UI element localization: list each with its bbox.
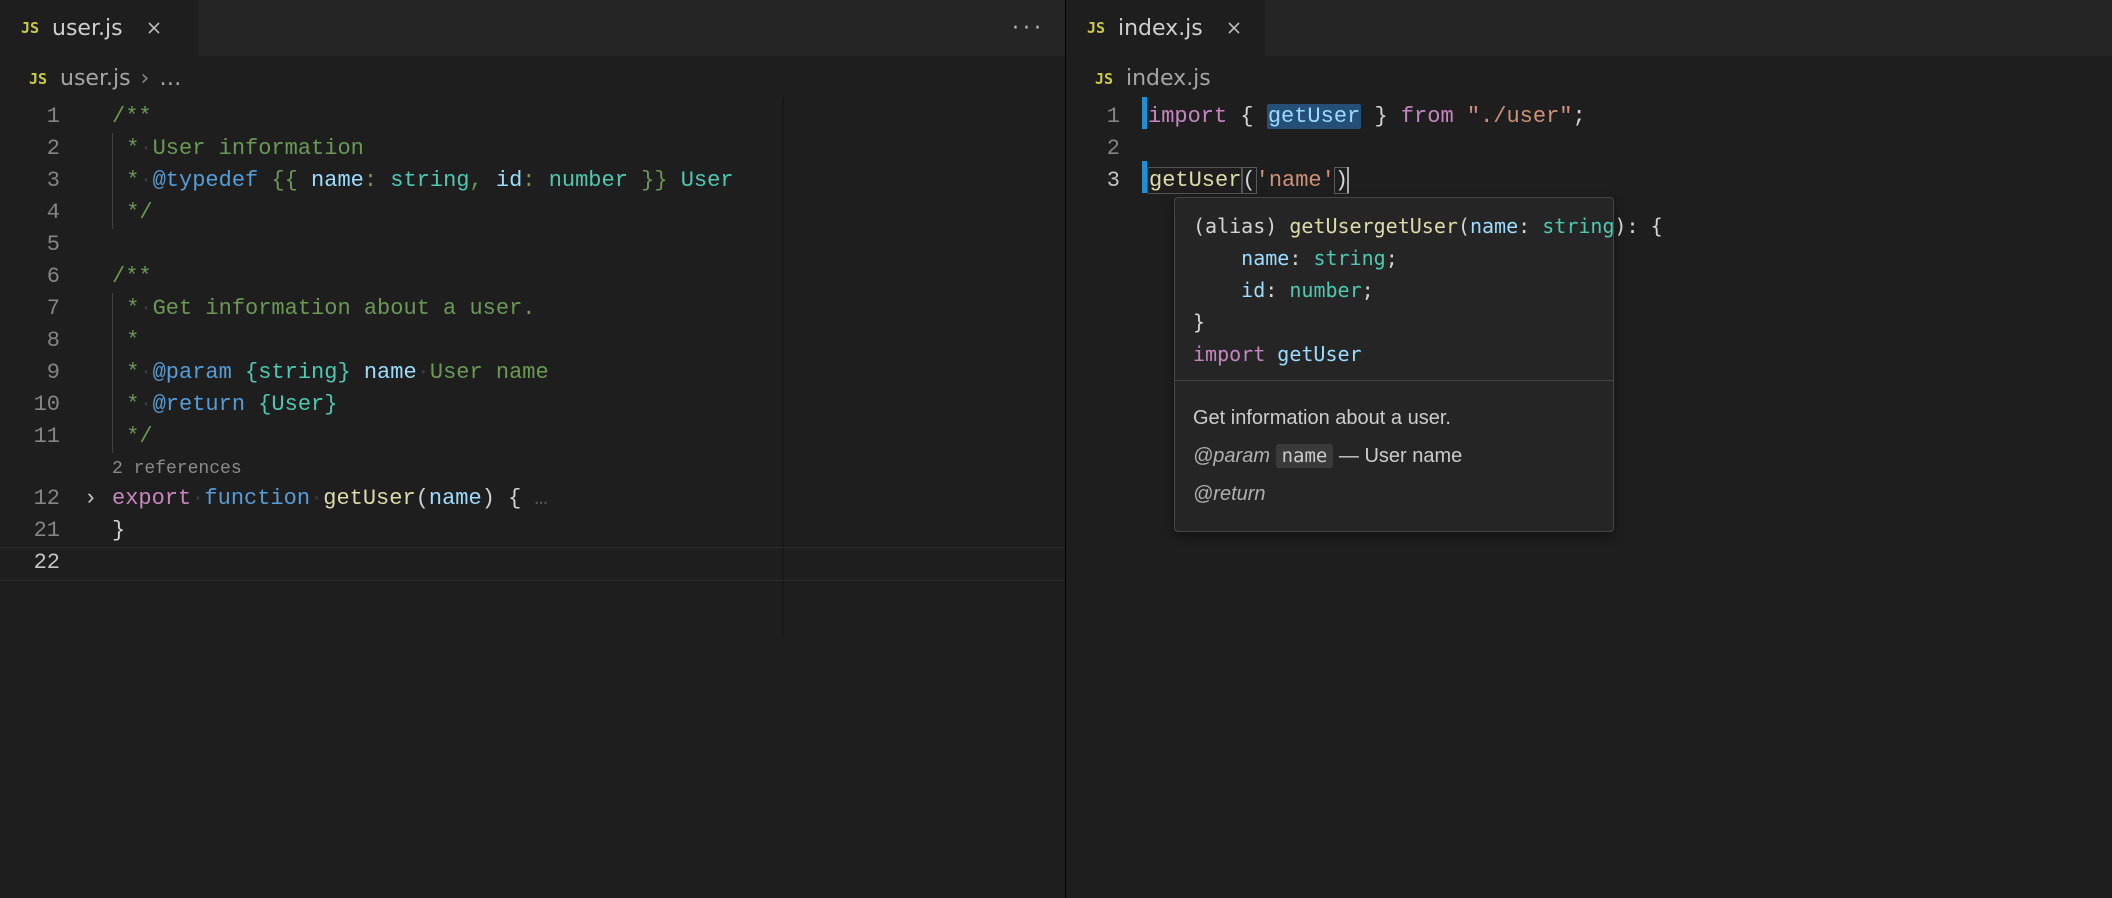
code-line: *: [112, 325, 139, 357]
workspace: JS user.js ··· JS user.js › … 1 /** 2 *·U…: [0, 0, 2112, 898]
line-number: 9: [0, 357, 84, 389]
tab-user-js[interactable]: JS user.js: [0, 0, 200, 56]
javascript-file-icon: JS: [18, 16, 42, 40]
line-number: 3: [0, 165, 84, 197]
code-line: export·function·getUser(name) { …: [112, 483, 548, 515]
breadcrumb[interactable]: JS index.js: [1066, 56, 2112, 97]
line-number: 4: [0, 197, 84, 229]
code-line: }: [112, 515, 125, 547]
breadcrumb-rest: …: [159, 66, 181, 91]
line-number: 2: [0, 133, 84, 165]
line-number: 10: [0, 389, 84, 421]
line-number: 11: [0, 421, 84, 453]
line-number: 21: [0, 515, 84, 547]
intellisense-hover: (alias) getUsergetUser(name: string): { …: [1174, 197, 1614, 532]
code-line: *·@return {User}: [112, 389, 337, 421]
tab-bar-left: JS user.js ···: [0, 0, 1065, 56]
code-line: */: [112, 421, 153, 453]
code-line: import { getUser } from "./user";: [1148, 101, 1586, 133]
line-number: 22: [0, 547, 84, 579]
code-line: *·@param {string} name·User name: [112, 357, 549, 389]
line-number: 3: [1066, 165, 1136, 197]
code-line: *·@typedef {{ name: string, id: number }…: [112, 165, 734, 197]
javascript-file-icon: JS: [1092, 67, 1116, 91]
editor-pane-right: JS index.js JS index.js 1 import { getUse…: [1065, 0, 2112, 898]
modified-gutter-marker: [1142, 97, 1147, 129]
line-number: 1: [1066, 101, 1136, 133]
code-editor-right[interactable]: 1 import { getUser } from "./user"; 2 3 ge…: [1066, 97, 2112, 898]
line-number: 12: [0, 483, 84, 515]
tab-index-js[interactable]: JS index.js: [1066, 0, 1266, 56]
code-line: *·User information: [112, 133, 364, 165]
chevron-right-icon: ›: [141, 66, 150, 91]
line-number: 5: [0, 229, 84, 261]
hover-documentation: Get information about a user. @param nam…: [1175, 380, 1613, 531]
editor-pane-left: JS user.js ··· JS user.js › … 1 /** 2 *·U…: [0, 0, 1065, 898]
modified-gutter-marker: [1142, 161, 1147, 193]
tab-actions-more-icon[interactable]: ···: [992, 0, 1065, 56]
line-number: 7: [0, 293, 84, 325]
javascript-file-icon: JS: [26, 67, 50, 91]
code-line: /**: [112, 261, 152, 293]
line-number: 2: [1066, 133, 1136, 165]
breadcrumb-file: user.js: [60, 66, 131, 91]
line-number: 6: [0, 261, 84, 293]
tab-title: index.js: [1118, 16, 1203, 41]
code-line: getUser('name'): [1148, 165, 1349, 197]
line-number: 8: [0, 325, 84, 357]
tab-bar-right: JS index.js: [1066, 0, 2112, 56]
code-line: /**: [112, 101, 152, 133]
line-number: 1: [0, 101, 84, 133]
hover-signature: (alias) getUsergetUser(name: string): { …: [1175, 198, 1613, 380]
tab-title: user.js: [52, 16, 123, 41]
javascript-file-icon: JS: [1084, 16, 1108, 40]
code-editor-left[interactable]: 1 /** 2 *·User information 3 *·@typedef {…: [0, 97, 1065, 898]
close-icon[interactable]: [143, 17, 165, 39]
code-line: */: [112, 197, 153, 229]
code-lens[interactable]: 2 references: [0, 453, 1065, 483]
fold-icon[interactable]: ›: [84, 483, 112, 515]
close-icon[interactable]: [1223, 17, 1245, 39]
breadcrumb[interactable]: JS user.js › …: [0, 56, 1065, 97]
breadcrumb-file: index.js: [1126, 66, 1211, 91]
code-line: *·Get information about a user.: [112, 293, 535, 325]
